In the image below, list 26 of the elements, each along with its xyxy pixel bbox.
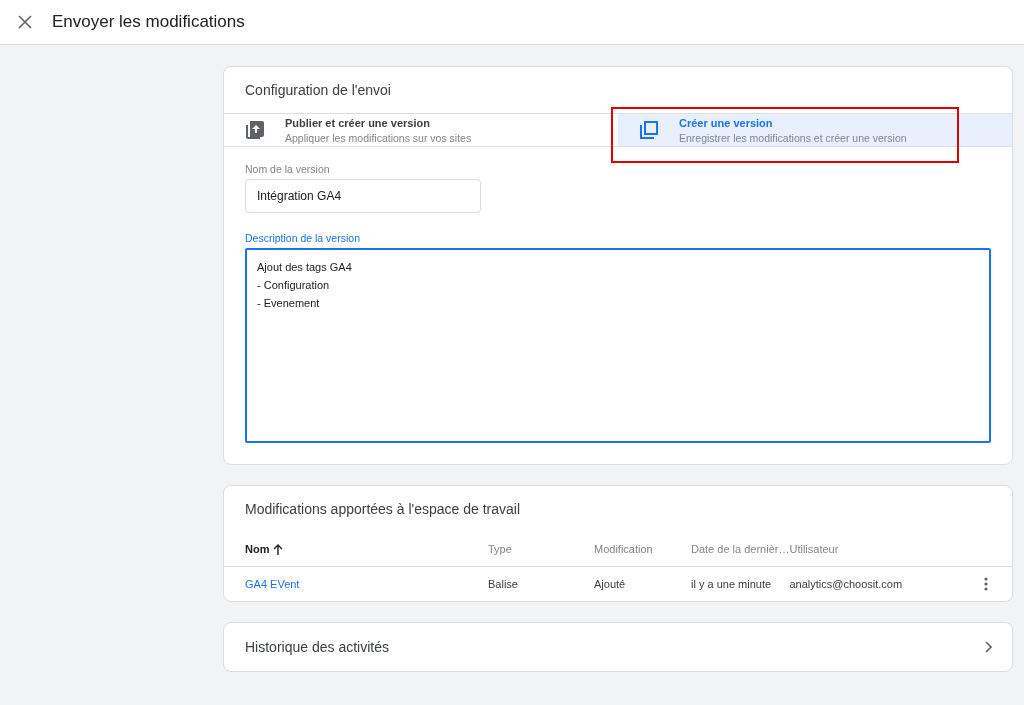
card-title: Configuration de l'envoi xyxy=(244,81,392,100)
chevron-right-icon xyxy=(985,641,992,653)
card-title: Historique des activités xyxy=(245,639,389,655)
field-label: Description de la version xyxy=(245,232,361,244)
row-name-link[interactable]: GA4 EVent xyxy=(245,578,300,590)
copy-icon xyxy=(639,120,659,140)
column-header[interactable]: Type xyxy=(488,543,512,555)
table-cell: analytics@choosit.com xyxy=(789,578,903,590)
column-header[interactable]: Modification xyxy=(594,543,653,555)
history-panel[interactable]: Historique des activités xyxy=(223,622,1013,672)
version-name-field[interactable]: Intégration GA4 xyxy=(245,179,481,213)
upload-stack-icon xyxy=(245,120,265,140)
sort-up-icon xyxy=(273,543,284,555)
description-field[interactable]: Ajout des tags GA4 - Configuration - Evenement xyxy=(245,248,991,443)
card-title: Modifications apportées à l'espace de travail xyxy=(244,500,522,519)
more-menu-button[interactable] xyxy=(984,577,988,591)
column-header[interactable]: Date de la dernièr… xyxy=(691,543,790,555)
table-cell: Ajouté xyxy=(594,578,626,590)
table-cell: il y a une minute xyxy=(691,578,772,590)
column-header[interactable]: Utilisateur xyxy=(789,543,839,555)
page-title: Envoyer les modifications xyxy=(52,12,245,32)
table-cell: Balise xyxy=(488,578,518,590)
close-button[interactable] xyxy=(18,15,32,29)
submission-option[interactable]: Créer une version Enregistrer les modifications et créer une version xyxy=(618,114,1012,146)
column-header[interactable]: Nom xyxy=(245,543,284,555)
field-label: Nom de la version xyxy=(245,163,331,175)
